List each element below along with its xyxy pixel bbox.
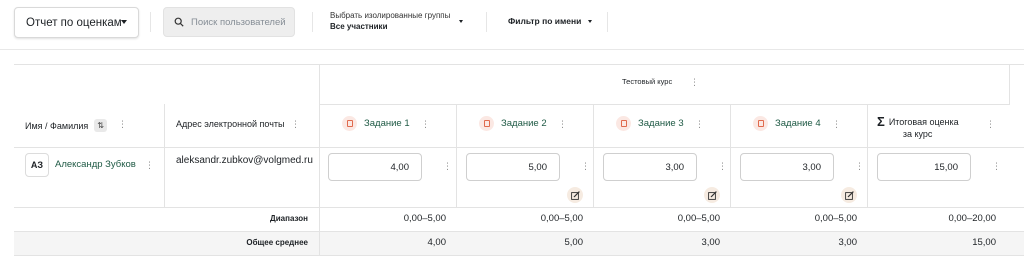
divider [607, 12, 608, 32]
col-header-name[interactable]: Имя / Фамилия ⇅ [25, 119, 108, 132]
total-header-line1: Итоговая оценка [888, 117, 959, 127]
assignment-title: Задание 1 [364, 118, 410, 129]
assignment-icon [342, 116, 357, 131]
edit-icon[interactable] [567, 187, 583, 203]
range-label: Диапазон [270, 214, 308, 223]
average-value: 5,00 [564, 237, 584, 248]
col-divider [593, 104, 594, 208]
chevron-down-icon [459, 20, 463, 23]
col-divider [164, 104, 165, 148]
average-label: Общее среднее [246, 238, 308, 247]
average-value: 4,00 [427, 237, 447, 248]
assignment-menu-icon[interactable]: ⋮ [558, 120, 567, 129]
row-divider [14, 207, 1024, 208]
groups-select-value: Все участники [330, 22, 388, 31]
toolbar: Отчет по оценкам Выбрать изолированные г… [0, 0, 1024, 50]
col-name-menu-icon[interactable]: ⋮ [118, 120, 127, 129]
edit-icon[interactable] [841, 187, 857, 203]
range-value: 0,00–20,00 [948, 213, 996, 224]
col-divider [1009, 64, 1010, 105]
assignment-icon [753, 116, 768, 131]
grade-input-1[interactable] [328, 153, 422, 181]
col-header-email[interactable]: Адрес электронной почты [176, 119, 285, 129]
assignment-title: Задание 3 [638, 118, 684, 129]
assignment-header-2[interactable]: Задание 2 [479, 116, 547, 131]
assignment-icon [479, 116, 494, 131]
name-filter-button[interactable]: Фильтр по имени [508, 16, 593, 26]
col-divider [456, 104, 457, 208]
grade-menu-icon[interactable]: ⋮ [443, 162, 452, 171]
report-select-label: Отчет по оценкам [26, 16, 122, 29]
grade-menu-icon[interactable]: ⋮ [718, 162, 727, 171]
total-menu-icon[interactable]: ⋮ [986, 120, 995, 129]
row-divider [14, 64, 1024, 65]
average-value: 3,00 [701, 237, 721, 248]
grade-menu-icon[interactable]: ⋮ [992, 162, 1001, 171]
divider [312, 12, 313, 32]
sort-icon[interactable]: ⇅ [94, 119, 108, 132]
assignment-header-4[interactable]: Задание 4 [753, 116, 821, 131]
search-input[interactable] [191, 16, 291, 28]
chevron-down-icon [121, 20, 127, 24]
total-grade-input[interactable] [877, 153, 971, 181]
course-menu-icon[interactable]: ⋮ [690, 78, 699, 87]
col-header-name-label: Имя / Фамилия [25, 120, 89, 131]
name-filter-label: Фильтр по имени [508, 16, 582, 26]
divider [486, 12, 487, 32]
col-divider [730, 104, 731, 208]
average-value: 3,00 [838, 237, 858, 248]
col-email-menu-icon[interactable]: ⋮ [291, 120, 300, 129]
range-value: 0,00–5,00 [540, 213, 583, 224]
col-divider [867, 104, 868, 208]
assignment-title: Задание 2 [501, 118, 547, 129]
groups-select[interactable]: Выбрать изолированные группы Все участни… [330, 10, 470, 36]
groups-select-label: Выбрать изолированные группы [330, 11, 451, 20]
range-value: 0,00–5,00 [677, 213, 720, 224]
assignment-menu-icon[interactable]: ⋮ [832, 120, 841, 129]
assignment-menu-icon[interactable]: ⋮ [695, 120, 704, 129]
search-icon [174, 17, 184, 27]
divider [150, 12, 151, 32]
assignment-header-3[interactable]: Задание 3 [616, 116, 684, 131]
user-email: aleksandr.zubkov@volgmed.ru [176, 155, 313, 166]
grade-table: Тестовый курс ⋮ Имя / Фамилия ⇅ ⋮ Адрес … [14, 64, 1024, 256]
report-select[interactable]: Отчет по оценкам [14, 7, 139, 38]
sigma-icon: Σ [877, 114, 885, 129]
average-value: 15,00 [972, 237, 996, 248]
grade-input-2[interactable] [466, 153, 560, 181]
edit-icon[interactable] [704, 187, 720, 203]
row-divider [319, 104, 1009, 105]
grade-input-3[interactable] [603, 153, 697, 181]
course-title: Тестовый курс [622, 77, 673, 86]
total-header-line2: за курс [902, 129, 933, 139]
assignment-header-1[interactable]: Задание 1 [342, 116, 410, 131]
grade-input-4[interactable] [740, 153, 834, 181]
avatar: АЗ [25, 153, 49, 177]
total-header: Σ Итоговая оценка за курс [877, 114, 959, 140]
user-name-link[interactable]: Александр Зубков [55, 159, 136, 170]
search-box[interactable] [163, 7, 295, 37]
row-divider [14, 147, 1024, 148]
grade-menu-icon[interactable]: ⋮ [855, 162, 864, 171]
assignment-title: Задание 4 [775, 118, 821, 129]
chevron-down-icon [588, 19, 593, 23]
range-value: 0,00–5,00 [814, 213, 857, 224]
user-menu-icon[interactable]: ⋮ [145, 161, 154, 170]
grade-menu-icon[interactable]: ⋮ [581, 162, 590, 171]
assignment-icon [616, 116, 631, 131]
assignment-menu-icon[interactable]: ⋮ [421, 120, 430, 129]
range-value: 0,00–5,00 [403, 213, 446, 224]
row-divider [14, 255, 1024, 256]
col-divider [164, 148, 165, 208]
col-divider [319, 64, 320, 256]
